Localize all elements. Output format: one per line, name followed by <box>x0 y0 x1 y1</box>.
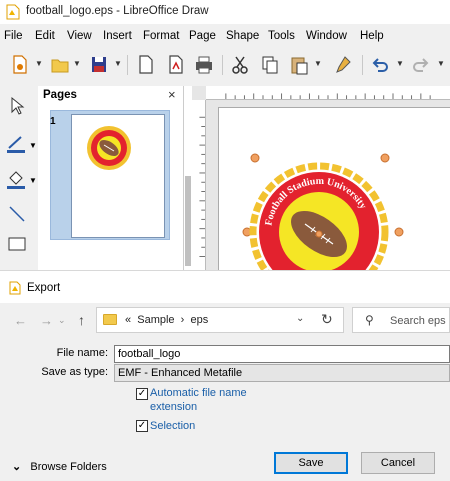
menu-help[interactable]: Help <box>360 30 384 42</box>
redo-dropdown-icon[interactable]: ▼ <box>437 59 445 68</box>
menu-page[interactable]: Page <box>189 30 216 42</box>
file-name-label: File name: <box>56 347 108 359</box>
drawing-toolbar: ▼ ▼ <box>0 86 37 271</box>
forward-arrow-icon[interactable]: → <box>40 313 53 328</box>
dialog-header: Export <box>0 271 450 303</box>
fill-color-icon[interactable] <box>5 168 27 190</box>
cancel-button[interactable]: Cancel <box>361 452 435 474</box>
logo-thumbnail <box>87 126 131 170</box>
breadcrumb-sample[interactable]: Sample <box>137 314 174 326</box>
menu-window[interactable]: Window <box>306 30 347 42</box>
menu-shape[interactable]: Shape <box>226 30 259 42</box>
page-number: 1 <box>50 116 56 127</box>
save-as-type-value: EMF - Enhanced Metafile <box>118 367 243 379</box>
pages-scrollbar[interactable] <box>184 86 192 271</box>
save-icon[interactable] <box>89 54 109 76</box>
dialog-title: Export <box>27 282 61 294</box>
breadcrumb-separator: › <box>180 314 185 326</box>
refresh-icon[interactable]: ↻ <box>321 311 333 328</box>
folder-icon <box>103 314 117 325</box>
drawing-page[interactable]: Football Stadium University <box>218 107 450 274</box>
new-dropdown-icon[interactable]: ▼ <box>35 59 43 68</box>
football-logo[interactable]: Football Stadium University <box>239 150 419 274</box>
menu-bar: File Edit View Insert Format Page Shape … <box>0 28 450 46</box>
copy-icon[interactable] <box>260 54 280 76</box>
title-bar: football_logo.eps - LibreOffice Draw <box>0 0 450 24</box>
window-title: football_logo.eps - LibreOffice Draw <box>26 5 209 17</box>
fill-color-dropdown-icon[interactable]: ▼ <box>29 176 37 185</box>
draw-document-icon <box>6 4 20 20</box>
paste-dropdown-icon[interactable]: ▼ <box>314 59 322 68</box>
menu-view[interactable]: View <box>67 30 92 42</box>
recent-locations-dropdown-icon[interactable]: ⌄ <box>58 315 66 326</box>
standard-toolbar: ▼ ▼ ▼ ▼ ▼ ▼ <box>0 48 450 82</box>
save-as-type-label: Save as type: <box>41 366 108 378</box>
menu-format[interactable]: Format <box>143 30 179 42</box>
auto-extension-label[interactable]: Automatic file name extension <box>150 386 270 414</box>
draw-document-icon <box>9 281 21 295</box>
save-dropdown-icon[interactable]: ▼ <box>114 59 122 68</box>
paste-icon[interactable] <box>289 54 309 76</box>
export-dialog: Export ← → ⌄ ↑ « Sample › eps ⌄ ↻ ⚲ Sear… <box>0 270 450 481</box>
new-document-icon[interactable] <box>10 54 30 76</box>
file-name-field[interactable]: football_logo <box>114 345 450 363</box>
search-box[interactable]: ⚲ Search eps <box>352 307 450 333</box>
address-bar[interactable]: « Sample › eps ⌄ ↻ <box>96 307 344 333</box>
export-pdf-icon[interactable] <box>166 54 186 76</box>
auto-extension-checkbox[interactable]: ✓ <box>136 388 148 400</box>
file-name-value: football_logo <box>118 348 181 360</box>
breadcrumb-eps[interactable]: eps <box>190 314 208 326</box>
select-pointer-icon[interactable] <box>8 96 26 116</box>
menu-tools[interactable]: Tools <box>268 30 295 42</box>
save-as-type-select[interactable]: EMF - Enhanced Metafile <box>114 364 450 382</box>
undo-dropdown-icon[interactable]: ▼ <box>396 59 404 68</box>
clone-formatting-icon[interactable] <box>333 54 353 76</box>
save-button[interactable]: Save <box>274 452 348 474</box>
up-arrow-icon[interactable]: ↑ <box>78 312 85 328</box>
open-folder-icon[interactable] <box>50 54 70 76</box>
browse-folders-label: Browse Folders <box>30 461 107 473</box>
undo-icon[interactable] <box>370 54 390 76</box>
menu-edit[interactable]: Edit <box>35 30 55 42</box>
cut-icon[interactable] <box>230 54 250 76</box>
export-icon[interactable] <box>136 54 156 76</box>
line-color-icon[interactable] <box>5 134 27 154</box>
breadcrumb[interactable]: « Sample › eps <box>125 314 208 326</box>
scrollbar-thumb[interactable] <box>185 176 191 266</box>
line-tool-icon[interactable] <box>7 204 27 224</box>
close-icon[interactable]: × <box>168 87 176 102</box>
rectangle-tool-icon[interactable] <box>7 236 27 252</box>
line-color-dropdown-icon[interactable]: ▼ <box>29 141 37 150</box>
toolbar-separator <box>362 55 363 75</box>
search-icon: ⚲ <box>365 313 374 327</box>
print-icon[interactable] <box>194 54 214 76</box>
open-dropdown-icon[interactable]: ▼ <box>73 59 81 68</box>
search-input[interactable]: Search eps <box>390 315 446 327</box>
back-arrow-icon[interactable]: ← <box>14 313 27 328</box>
pages-panel: Pages × 1 <box>38 86 184 271</box>
horizontal-ruler <box>206 86 450 100</box>
chevron-down-icon: ⌄ <box>12 461 22 473</box>
breadcrumb-overflow[interactable]: « <box>125 314 131 326</box>
toolbar-separator <box>222 55 223 75</box>
selection-label[interactable]: Selection <box>150 419 195 433</box>
redo-icon[interactable] <box>411 54 431 76</box>
menu-file[interactable]: File <box>4 30 23 42</box>
browse-folders-toggle[interactable]: ⌄ Browse Folders <box>12 460 107 473</box>
pages-panel-title: Pages <box>43 89 77 101</box>
page-thumbnail[interactable] <box>71 114 165 238</box>
menu-insert[interactable]: Insert <box>103 30 132 42</box>
chevron-down-icon[interactable]: ⌄ <box>296 313 304 324</box>
selection-checkbox[interactable]: ✓ <box>136 420 148 432</box>
toolbar-separator <box>127 55 128 75</box>
vertical-ruler <box>192 100 206 271</box>
